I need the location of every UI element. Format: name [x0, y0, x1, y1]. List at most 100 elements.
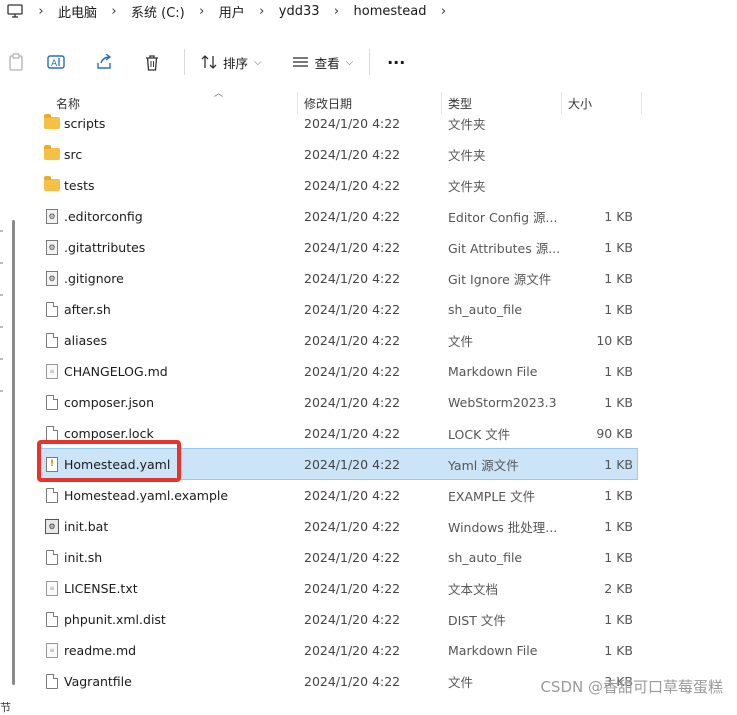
file-row[interactable]: ≡ CHANGELOG.md 2024/1/20 4:22 Markdown File… — [40, 356, 637, 386]
file-type: 文件 — [448, 674, 474, 690]
file-row[interactable]: ≡ readme.md 2024/1/20 4:22 Markdown File 1 K… — [40, 635, 637, 665]
more-options-button[interactable]: ··· — [378, 42, 414, 82]
view-label: 查看 — [314, 55, 340, 71]
file-name: .gitattributes — [64, 239, 146, 255]
paste-button[interactable] — [0, 42, 32, 82]
chevron-right-icon[interactable]: › — [432, 0, 454, 22]
file-name: .editorconfig — [64, 208, 143, 224]
toolbar-divider — [369, 49, 371, 75]
nav-bottom-label: 节 — [0, 701, 11, 714]
rename-button[interactable]: A — [32, 42, 80, 82]
file-size: 1 KB — [604, 363, 633, 379]
chevron-down-icon: ⌵ — [254, 56, 262, 68]
file-modified-date: 2024/1/20 4:22 — [304, 239, 401, 255]
chevron-right-icon[interactable]: › — [251, 0, 273, 22]
file-modified-date: 2024/1/20 4:22 — [304, 208, 401, 224]
sort-menu-button[interactable]: 排序 ⌵ — [193, 44, 270, 80]
rename-icon: A — [47, 55, 65, 69]
file-row[interactable]: init.sh 2024/1/20 4:22 sh_auto_file 1 KB — [40, 542, 637, 572]
file-type: WebStorm2023.3 — [448, 394, 557, 410]
breadcrumb-item-drive-c[interactable]: 系统 (C:) — [125, 0, 191, 22]
file-modified-date: 2024/1/20 4:22 — [304, 487, 401, 503]
file-icon — [44, 294, 60, 324]
file-modified-date: 2024/1/20 4:22 — [304, 394, 401, 410]
file-type: Git Attributes 源... — [448, 240, 561, 256]
file-row[interactable]: src 2024/1/20 4:22 文件夹 — [40, 139, 637, 169]
file-modified-date: 2024/1/20 4:22 — [304, 580, 401, 596]
share-button[interactable] — [80, 42, 128, 82]
file-name: after.sh — [64, 301, 111, 317]
batch-file-icon: ⚙ — [44, 511, 60, 541]
breadcrumb-item-homestead[interactable]: homestead — [348, 0, 433, 22]
file-size: 1 KB — [604, 239, 633, 255]
toolbar-divider — [184, 49, 185, 75]
file-size: 1 KB — [604, 456, 633, 472]
computer-icon[interactable] — [0, 0, 30, 22]
file-row[interactable]: tests 2024/1/20 4:22 文件夹 — [40, 170, 637, 200]
breadcrumb-item-this-pc[interactable]: 此电脑 — [52, 0, 103, 22]
watermark-text: CSDN @香甜可口草莓蛋糕 — [540, 678, 723, 696]
file-row[interactable]: Homestead.yaml.example 2024/1/20 4:22 EXAM… — [40, 480, 637, 510]
file-row[interactable]: ⚙ .gitattributes 2024/1/20 4:22 Git Attribu… — [40, 232, 637, 262]
file-row[interactable]: ! Homestead.yaml 2024/1/20 4:22 Yaml 源文件 1 K… — [39, 448, 638, 480]
file-modified-date: 2024/1/20 4:22 — [304, 270, 401, 286]
file-row[interactable]: after.sh 2024/1/20 4:22 sh_auto_file 1 KB — [40, 294, 637, 324]
file-row[interactable]: composer.lock 2024/1/20 4:22 LOCK 文件 90 KB — [40, 418, 637, 448]
file-name: LICENSE.txt — [64, 580, 138, 596]
file-name: CHANGELOG.md — [64, 363, 168, 379]
file-row[interactable]: ⚙ .editorconfig 2024/1/20 4:22 Editor Confi… — [40, 201, 637, 231]
breadcrumb-item-users[interactable]: 用户 — [213, 0, 251, 22]
file-size: 1 KB — [604, 487, 633, 503]
file-modified-date: 2024/1/20 4:22 — [304, 115, 401, 131]
folder-icon — [44, 170, 60, 200]
file-type: Markdown File — [448, 642, 538, 658]
file-size: 10 KB — [596, 332, 633, 348]
folder-icon — [44, 139, 60, 169]
file-row[interactable]: aliases 2024/1/20 4:22 文件 10 KB — [40, 325, 637, 355]
file-name: Homestead.yaml.example — [64, 487, 229, 503]
yaml-file-icon: ! — [44, 449, 60, 479]
file-name: .gitignore — [64, 270, 124, 286]
file-row[interactable]: phpunit.xml.dist 2024/1/20 4:22 DIST 文件 1 K… — [40, 604, 637, 634]
file-name: phpunit.xml.dist — [64, 611, 166, 627]
svg-text:A: A — [51, 59, 58, 69]
file-row[interactable]: ⚙ init.bat 2024/1/20 4:22 Windows 批处理... 1 K… — [40, 511, 637, 541]
chevron-right-icon[interactable]: › — [30, 0, 52, 22]
file-modified-date: 2024/1/20 4:22 — [304, 549, 401, 565]
file-type: Yaml 源文件 — [448, 457, 519, 473]
chevron-right-icon[interactable]: › — [191, 0, 213, 22]
file-type: sh_auto_file — [448, 549, 523, 565]
chevron-down-icon: ⌵ — [345, 56, 354, 68]
navigation-scrollbar[interactable] — [12, 220, 15, 685]
file-row[interactable]: composer.json 2024/1/20 4:22 WebStorm2023.… — [40, 387, 637, 417]
file-row[interactable]: ≡ LICENSE.txt 2024/1/20 4:22 文本文档 2 KB — [40, 573, 637, 603]
file-type: 文件 — [448, 333, 474, 349]
nav-expand-marker — [0, 294, 3, 296]
file-size: 90 KB — [596, 425, 633, 441]
nav-expand-marker — [0, 262, 3, 264]
file-row[interactable]: scripts 2024/1/20 4:22 文件夹 — [40, 108, 637, 138]
file-size: 1 KB — [604, 208, 633, 224]
text-file-icon: ≡ — [44, 573, 60, 603]
file-type: Editor Config 源... — [448, 209, 558, 225]
file-icon — [44, 418, 60, 448]
file-type: DIST 文件 — [448, 612, 506, 628]
file-name: init.bat — [64, 518, 109, 534]
nav-expand-marker — [0, 230, 3, 232]
file-name: Vagrantfile — [64, 673, 132, 689]
chevron-right-icon[interactable]: › — [103, 0, 125, 22]
file-size: 1 KB — [604, 270, 633, 286]
file-size: 1 KB — [604, 518, 633, 534]
file-modified-date: 2024/1/20 4:22 — [304, 146, 401, 162]
column-divider[interactable] — [641, 92, 642, 114]
breadcrumb-item-user[interactable]: ydd33 — [273, 0, 326, 22]
view-menu-button[interactable]: 查看 ⌵ — [284, 44, 362, 80]
chevron-right-icon[interactable]: › — [326, 0, 348, 22]
file-row[interactable]: ⚙ .gitignore 2024/1/20 4:22 Git Ignore 源文件 1… — [40, 263, 637, 293]
file-size: 2 KB — [604, 580, 633, 596]
file-type: LOCK 文件 — [448, 426, 511, 442]
file-icon — [44, 542, 60, 572]
breadcrumb: › 此电脑 › 系统 (C:) › 用户 › ydd33 › homestead… — [0, 0, 737, 22]
paste-icon — [9, 53, 23, 71]
delete-button[interactable] — [128, 42, 176, 82]
